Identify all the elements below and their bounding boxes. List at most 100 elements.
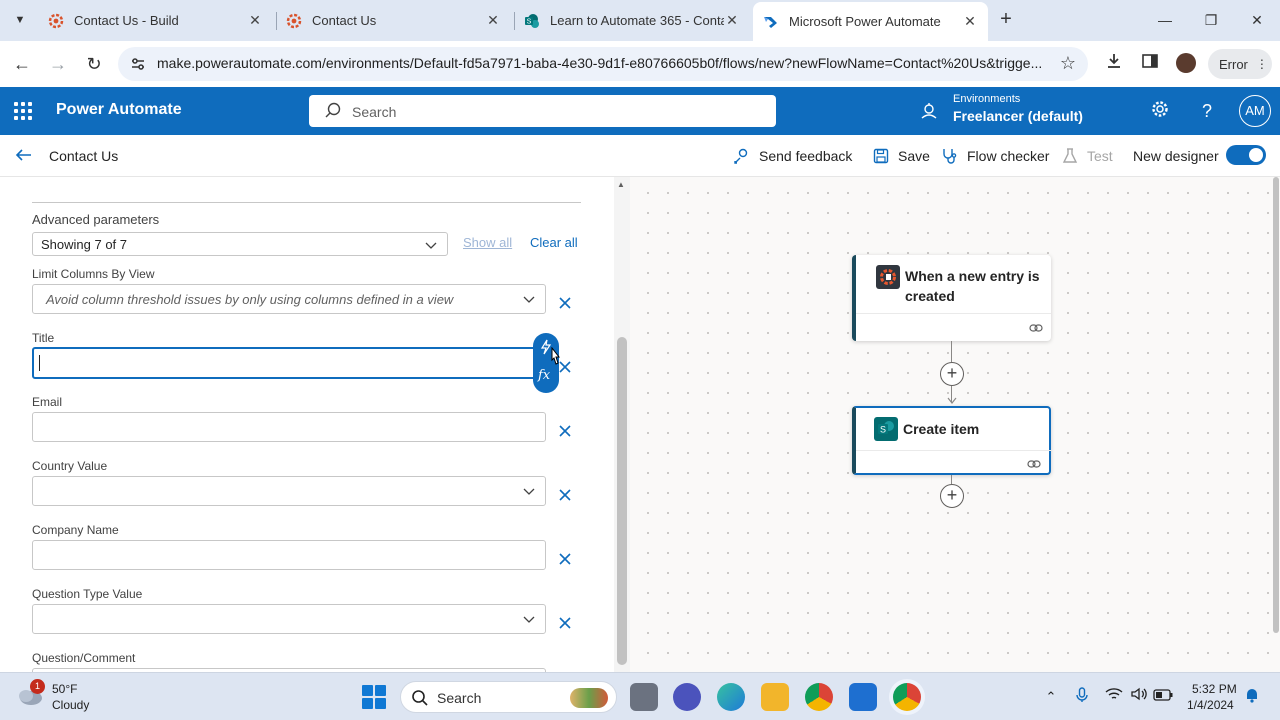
link-icon[interactable] [1029,323,1043,333]
question-type-dropdown[interactable] [32,604,546,634]
tab-close-icon[interactable]: ✕ [724,12,740,29]
download-icon[interactable] [1102,52,1126,76]
new-designer-toggle[interactable] [1226,145,1266,165]
save-button[interactable]: Save [872,145,930,167]
send-feedback-button[interactable]: Send feedback [733,145,852,167]
toggle-knob [1249,148,1263,162]
show-hidden-icons-icon[interactable]: ⌃ [1041,687,1061,707]
insert-step-plus-icon[interactable]: + [940,484,964,508]
country-value-dropdown[interactable] [32,476,546,506]
svg-text:S: S [527,18,532,25]
limit-columns-dropdown[interactable]: Avoid column threshold issues by only us… [32,284,546,314]
chevron-down-icon [523,296,535,303]
cognito-forms-icon [876,265,900,289]
address-bar[interactable]: make.powerautomate.com/environments/Defa… [118,47,1088,81]
chrome-profile-icon[interactable] [893,683,921,711]
search-box[interactable]: Search [309,95,776,127]
company-name-input[interactable] [32,540,546,570]
tab-contact-us[interactable]: Contact Us ✕ [276,4,511,37]
chrome-icon[interactable] [805,683,833,711]
email-input[interactable] [32,412,546,442]
taskbar-search-box[interactable]: Search [400,681,617,713]
sharepoint-icon: S [524,13,540,29]
microphone-icon[interactable] [1072,687,1092,707]
send-feedback-label: Send feedback [759,148,853,164]
site-info-icon[interactable] [130,56,146,72]
insert-step-plus-icon[interactable]: + [940,362,964,386]
mail-icon[interactable] [849,683,877,711]
environment-name[interactable]: Freelancer (default) [953,108,1083,124]
company-name-label: Company Name [32,523,119,537]
show-all-button[interactable]: Show all [463,235,512,250]
tab-title: Microsoft Power Automate [789,14,941,29]
flow-checker-button[interactable]: Flow checker [941,145,1049,167]
cognito-gear-icon [48,13,64,29]
new-tab-button[interactable]: + [995,8,1017,32]
user-avatar[interactable]: AM [1239,95,1271,127]
windows-taskbar: 1 50°F Cloudy Search ⌃ 5:32 PM 1/4/2024 [0,672,1280,720]
remove-parameter-icon[interactable] [557,423,573,439]
tab-title: Contact Us - Build [74,13,179,28]
help-icon[interactable]: ? [1195,99,1219,123]
back-arrow-icon[interactable] [14,145,34,165]
app-header: Power Automate Search Environments Freel… [0,87,1280,135]
app-title[interactable]: Power Automate [56,101,182,119]
back-icon[interactable]: ← [10,52,34,76]
advanced-parameters-dropdown[interactable]: Showing 7 of 7 [32,232,448,256]
connector-line [951,341,952,362]
remove-parameter-icon[interactable] [557,295,573,311]
create-item-card[interactable]: S Create item [852,406,1051,475]
settings-gear-icon[interactable] [1148,99,1172,123]
more-menu-icon[interactable]: ⋮ [1256,57,1268,71]
scroll-up-icon[interactable]: ▲ [617,180,625,189]
svg-text:S: S [880,425,886,435]
trigger-card[interactable]: When a new entry is created [852,255,1051,341]
forward-icon[interactable]: → [46,52,70,76]
profile-avatar[interactable] [1176,53,1196,73]
clock-time[interactable]: 5:32 PM [1192,682,1237,696]
side-panel-icon[interactable] [1138,52,1162,76]
edge-browser-icon[interactable] [717,683,745,711]
profile-error-chip[interactable]: Error ⋮ [1208,49,1272,79]
tab-search-dropdown-icon[interactable]: ▼ [8,8,32,32]
restore-icon[interactable]: ❐ [1196,8,1226,32]
remove-parameter-icon[interactable] [557,487,573,503]
windows-start-icon[interactable] [362,685,386,709]
remove-parameter-icon[interactable] [557,551,573,567]
notification-bell-icon[interactable] [1242,687,1262,707]
task-view-icon[interactable] [630,683,658,711]
title-input[interactable] [32,347,537,379]
tab-close-icon[interactable]: ✕ [962,13,978,30]
battery-icon[interactable] [1153,687,1173,707]
fx-expression-button[interactable]: fx [538,368,550,383]
browser-toolbar: ← → ↻ make.powerautomate.com/environment… [0,41,1280,87]
environment-icon[interactable] [919,101,939,121]
tab-learn-to-automate[interactable]: S Learn to Automate 365 - Conta ✕ [514,4,750,37]
link-icon[interactable] [1027,459,1041,469]
wifi-icon[interactable] [1104,687,1124,707]
bookmark-star-icon[interactable]: ☆ [1060,53,1076,74]
action-properties-panel: Advanced parameters Showing 7 of 7 Show … [0,177,630,672]
canvas-scrollbar[interactable] [1273,177,1279,633]
clear-all-button[interactable]: Clear all [530,235,578,250]
volume-icon[interactable] [1129,687,1149,707]
test-button[interactable]: Test [1061,145,1113,167]
tab-contact-us-build[interactable]: Contact Us - Build ✕ [38,4,273,37]
reload-icon[interactable]: ↻ [82,52,106,76]
new-designer-label: New designer [1133,148,1219,164]
tab-microsoft-power-automate[interactable]: Microsoft Power Automate ✕ [753,2,988,41]
teams-chat-icon[interactable] [673,683,701,711]
save-label: Save [898,148,930,164]
tab-close-icon[interactable]: ✕ [247,12,263,29]
weather-condition-text[interactable]: Cloudy [52,698,89,712]
app-launcher-icon[interactable] [14,102,32,120]
clock-date[interactable]: 1/4/2024 [1187,698,1234,712]
minimize-icon[interactable]: — [1150,8,1180,32]
panel-scroll-thumb[interactable] [617,337,627,665]
file-explorer-icon[interactable] [761,683,789,711]
window-close-icon[interactable]: ✕ [1242,8,1272,32]
tab-close-icon[interactable]: ✕ [485,12,501,29]
remove-parameter-icon[interactable] [557,615,573,631]
chevron-down-icon [523,616,535,623]
temperature-text[interactable]: 50°F [52,682,77,696]
